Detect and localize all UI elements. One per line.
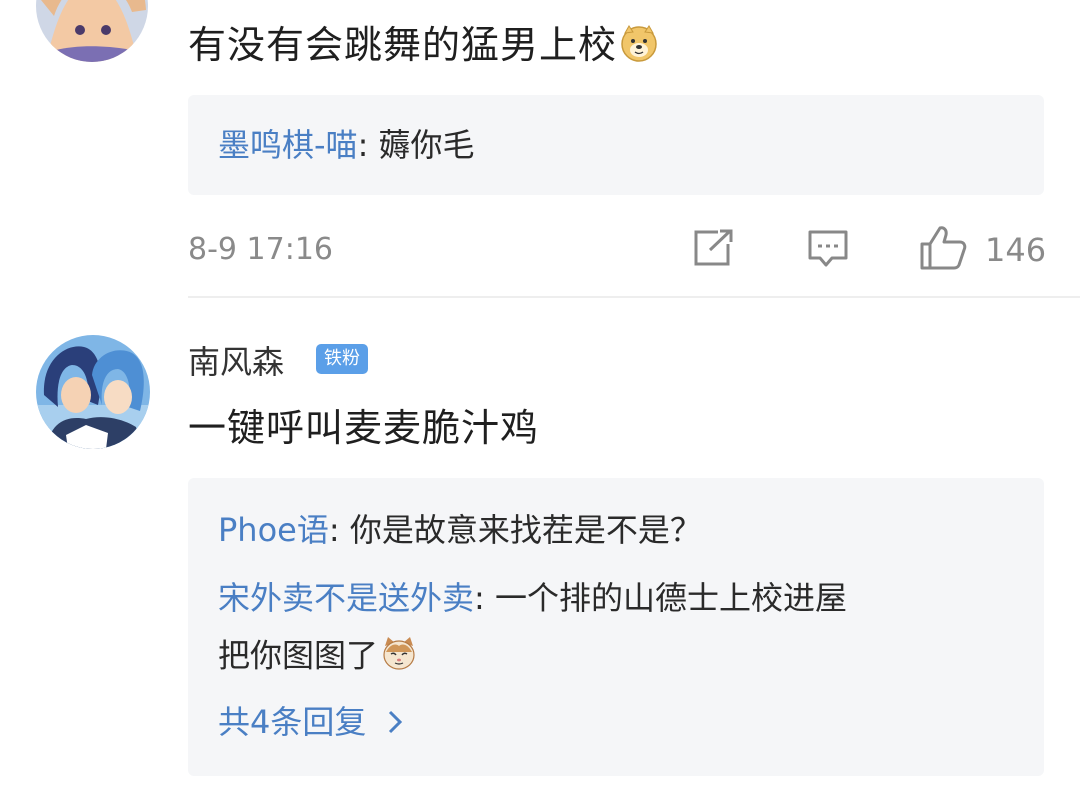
- like-count: 146: [985, 231, 1047, 269]
- comment-timestamp: 8-9 17:16: [188, 232, 333, 267]
- anime-girl-avatar-icon: [36, 0, 148, 62]
- comment-text: 一键呼叫麦麦脆汁鸡: [188, 406, 540, 450]
- comment-username[interactable]: 南风森: [188, 342, 284, 382]
- reply-preview-box[interactable]: Phoe语: 你是故意来找茬是不是？ 宋外卖不是送外卖: 一个排的山德士上校进屋…: [188, 478, 1044, 776]
- fan-badge[interactable]: 铁粉: [316, 344, 368, 374]
- reply-preview-box[interactable]: 墨鸣棋-喵: 薅你毛: [188, 95, 1044, 195]
- doge-emoji-icon: [619, 23, 659, 73]
- anime-couple-avatar-icon: [36, 335, 150, 449]
- view-more-replies-link[interactable]: 共4条回复: [218, 702, 403, 744]
- reply-text: 把你图图了: [218, 636, 379, 675]
- reply-line: 墨鸣棋-喵: 薅你毛: [218, 126, 475, 164]
- reply-line-continued: 把你图图了: [218, 634, 418, 681]
- chevron-right-icon: [387, 704, 403, 744]
- divider: [188, 296, 1080, 298]
- thumbs-up-icon[interactable]: [918, 224, 968, 276]
- reply-username[interactable]: Phoe语: [218, 511, 329, 549]
- reply-line: 宋外卖不是送外卖: 一个排的山德士上校进屋: [218, 579, 847, 617]
- avatar[interactable]: [36, 0, 148, 62]
- comment-text: 有没有会跳舞的猛男上校: [188, 22, 659, 73]
- reply-text: 你是故意来找茬是不是？: [349, 511, 702, 549]
- reply-text: 一个排的山德士上校进屋: [494, 579, 847, 617]
- avatar[interactable]: [36, 335, 150, 449]
- share-icon[interactable]: [692, 228, 736, 272]
- cat-emoji-icon: [380, 634, 418, 681]
- reply-text: 薅你毛: [378, 126, 475, 164]
- reply-username[interactable]: 宋外卖不是送外卖: [218, 579, 474, 617]
- reply-line: Phoe语: 你是故意来找茬是不是？: [218, 511, 702, 549]
- reply-username[interactable]: 墨鸣棋-喵: [218, 126, 358, 164]
- comment-icon[interactable]: [806, 228, 850, 274]
